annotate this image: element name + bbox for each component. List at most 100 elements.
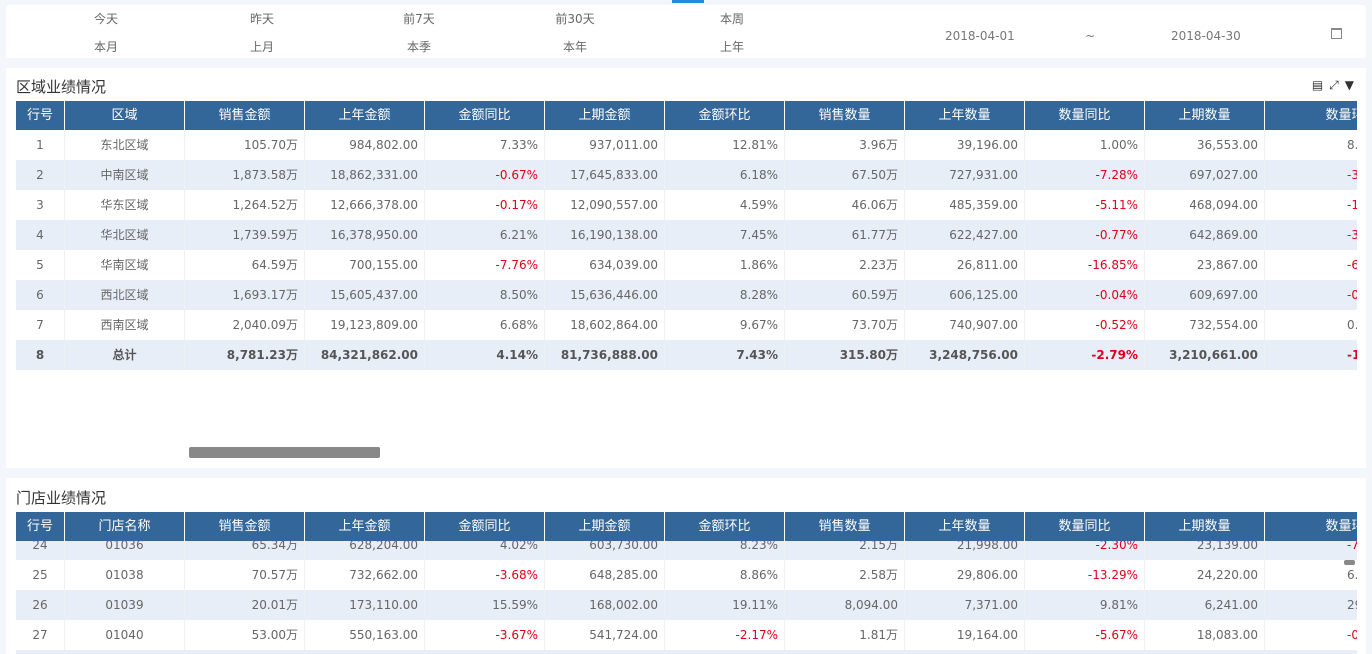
filter-icon[interactable]: ▼ (1345, 78, 1354, 93)
column-header[interactable]: 行号 (16, 512, 65, 541)
table-cell: 2,040.09万 (185, 310, 305, 340)
column-header[interactable]: 金额环比 (665, 101, 785, 130)
column-header[interactable]: 数量同比 (1025, 512, 1145, 541)
table-row[interactable]: 25 01038 70.57万 732,662.00 -3.68% 648,285.00 8… (16, 560, 1357, 590)
table-cell: 315.80万 (785, 340, 905, 370)
quick-filter-this-week[interactable]: 本周 (692, 10, 772, 27)
table-row[interactable]: 6 西北区域 1,693.17万 15,605,437.00 8.50% 15,636,4… (16, 280, 1357, 310)
table-cell: 2.58万 (785, 560, 905, 590)
table-view-icon[interactable]: ▤ (1312, 78, 1323, 93)
table-cell: 12,090,557.00 (545, 190, 665, 220)
table-cell: 1.86% (665, 250, 785, 280)
vertical-scrollbar[interactable] (1344, 560, 1355, 565)
column-header[interactable]: 上期金额 (545, 101, 665, 130)
date-separator: ~ (1085, 29, 1096, 43)
table-cell: -0.67% (425, 160, 545, 190)
quick-filter-last-30-days[interactable]: 前30天 (535, 10, 615, 27)
table-row[interactable]: 7 西南区域 2,040.09万 19,123,809.00 6.68% 18,602,8… (16, 310, 1357, 340)
column-header[interactable]: 数量同比 (1025, 101, 1145, 130)
table-cell: 700,155.00 (305, 250, 425, 280)
calendar-icon[interactable] (1331, 28, 1342, 39)
table-row[interactable]: 27 01040 53.00万 550,163.00 -3.67% 541,724.00-… (16, 620, 1357, 650)
table-cell: -2.17% (665, 620, 785, 650)
table-cell: 468,094.00 (1145, 190, 1265, 220)
table-cell: 西南区域 (65, 310, 185, 340)
table-cell: 19,123,809.00 (305, 310, 425, 340)
table-cell: 2 (16, 160, 65, 190)
table-cell: 6 (16, 280, 65, 310)
table-cell: 642,869.00 (1145, 220, 1265, 250)
column-header[interactable]: 区域 (65, 101, 185, 130)
column-header[interactable]: 金额同比 (425, 101, 545, 130)
column-header[interactable]: 上年金额 (305, 512, 425, 541)
table-cell: 168,002.00 (545, 590, 665, 620)
column-header[interactable]: 金额环比 (665, 512, 785, 541)
table-row[interactable]: 5 华南区域 64.59万 700,155.00 -7.76% 634,039.00 1.8… (16, 250, 1357, 280)
table-cell: 8.50% (425, 280, 545, 310)
column-header[interactable]: 销售数量 (785, 101, 905, 130)
table-cell: 总计 (65, 340, 185, 370)
table-cell: 华北区域 (65, 220, 185, 250)
table-cell: 15,636,446.00 (545, 280, 665, 310)
table-cell: 0.6 (1265, 310, 1357, 340)
column-header[interactable]: 数量环比 (1265, 512, 1357, 541)
table-cell: -1.6 (1265, 190, 1357, 220)
table-header: 行号 区域 销售金额 上年金额 金额同比 上期金额 金额环比 销售数量 上年数量 数量同比 上期数量… (16, 101, 1357, 130)
column-header[interactable]: 上期数量 (1145, 512, 1265, 541)
table-cell: 1.81万 (785, 620, 905, 650)
table-row[interactable]: 1 东北区域 105.70万 984,802.00 7.33% 937,011.00 12.… (16, 130, 1357, 160)
table-cell: 15,605,437.00 (305, 280, 425, 310)
table-row[interactable]: 3 华东区域 1,264.52万 12,666,378.00 -0.17% 12,090,… (16, 190, 1357, 220)
table-cell: 9.81% (1025, 590, 1145, 620)
table-cell: 2.23万 (785, 250, 905, 280)
table-cell: 01038 (65, 560, 185, 590)
table-cell: 12,666,378.00 (305, 190, 425, 220)
table-cell: 25 (16, 560, 65, 590)
table-row[interactable]: 26 01039 20.01万 173,110.00 15.59% 168,002.00 1… (16, 590, 1357, 620)
quick-filter-this-quarter[interactable]: 本季 (379, 38, 459, 55)
table-cell: 23,867.00 (1145, 250, 1265, 280)
table-cell: 8.86% (665, 560, 785, 590)
table-cell: 609,697.00 (1145, 280, 1265, 310)
column-header[interactable]: 门店名称 (65, 512, 185, 541)
table-cell: -0.0 (1265, 620, 1357, 650)
column-header[interactable]: 数量环比 (1265, 101, 1357, 130)
quick-filter-today[interactable]: 今天 (66, 10, 146, 27)
quick-filter-last-year[interactable]: 上年 (692, 38, 772, 55)
table-cell: 8,781.23万 (185, 340, 305, 370)
table-row[interactable]: 8 总计 8,781.23万 84,321,862.00 4.14% 81,736,888… (16, 340, 1357, 370)
column-header[interactable]: 上年数量 (905, 101, 1025, 130)
table-cell: 01039 (65, 590, 185, 620)
column-header[interactable]: 销售金额 (185, 101, 305, 130)
end-date-input[interactable]: 2018-04-30 (1171, 29, 1241, 43)
start-date-input[interactable]: 2018-04-01 (945, 29, 1015, 43)
table-cell: 485,359.00 (905, 190, 1025, 220)
table-row[interactable]: 4 华北区域 1,739.59万 16,378,950.00 6.21% 16,190,1… (16, 220, 1357, 250)
table-cell: 7 (16, 310, 65, 340)
column-header[interactable]: 行号 (16, 101, 65, 130)
column-header[interactable]: 上年数量 (905, 512, 1025, 541)
table-cell: -5.11% (1025, 190, 1145, 220)
column-header[interactable]: 销售金额 (185, 512, 305, 541)
quick-filter-this-month[interactable]: 本月 (66, 38, 146, 55)
quick-filter-last-month[interactable]: 上月 (222, 38, 302, 55)
table-cell: 73.70万 (785, 310, 905, 340)
column-header[interactable]: 销售数量 (785, 512, 905, 541)
table-row[interactable]: 2 中南区域 1,873.58万 18,862,331.00 -0.67% 17,645,… (16, 160, 1357, 190)
table-cell: 740,907.00 (905, 310, 1025, 340)
table-cell: 26 (16, 590, 65, 620)
table-cell: 64.59万 (185, 250, 305, 280)
column-header[interactable]: 上年金额 (305, 101, 425, 130)
horizontal-scrollbar[interactable] (189, 447, 380, 458)
table-cell: 4.14% (425, 340, 545, 370)
column-header[interactable]: 金额同比 (425, 512, 545, 541)
table-row (16, 650, 1357, 654)
quick-filter-last-7-days[interactable]: 前7天 (379, 10, 459, 27)
quick-filter-yesterday[interactable]: 昨天 (222, 10, 302, 27)
column-header[interactable]: 上期金额 (545, 512, 665, 541)
column-header[interactable]: 上期数量 (1145, 101, 1265, 130)
expand-icon[interactable]: ⤢ (1329, 78, 1339, 93)
table-cell: 541,724.00 (545, 620, 665, 650)
table-cell: 7.43% (665, 340, 785, 370)
quick-filter-this-year[interactable]: 本年 (535, 38, 615, 55)
